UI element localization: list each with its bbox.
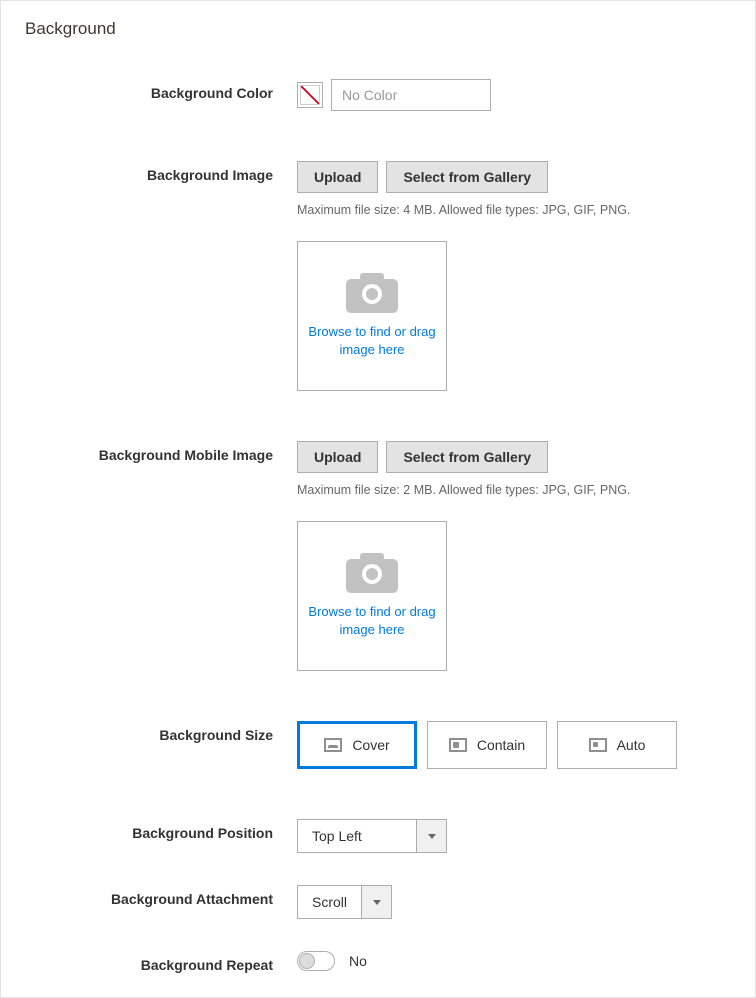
- auto-icon: [589, 738, 607, 752]
- background-image-hint: Maximum file size: 4 MB. Allowed file ty…: [297, 203, 731, 217]
- contain-icon: [449, 738, 467, 752]
- mobile-upload-button[interactable]: Upload: [297, 441, 378, 473]
- background-settings-panel: Background Background Color Background I…: [0, 0, 756, 998]
- select-value: Scroll: [298, 886, 361, 918]
- camera-icon: [346, 553, 398, 593]
- background-mobile-image-dropzone[interactable]: Browse to find or drag image here: [297, 521, 447, 671]
- background-image-label: Background Image: [25, 161, 297, 183]
- background-attachment-select[interactable]: Scroll: [297, 885, 392, 919]
- select-value: Top Left: [298, 820, 416, 852]
- toggle-knob: [299, 953, 315, 969]
- background-size-row: Background Size Cover Contain Auto: [25, 721, 731, 769]
- background-position-row: Background Position Top Left: [25, 819, 731, 853]
- background-image-dropzone[interactable]: Browse to find or drag image here: [297, 241, 447, 391]
- background-color-input[interactable]: [331, 79, 491, 111]
- no-color-icon: [300, 85, 320, 105]
- size-option-auto[interactable]: Auto: [557, 721, 677, 769]
- background-color-row: Background Color: [25, 79, 731, 111]
- cover-icon: [324, 738, 342, 752]
- background-repeat-row: Background Repeat No: [25, 951, 731, 973]
- section-title: Background: [25, 19, 731, 39]
- background-position-label: Background Position: [25, 819, 297, 841]
- background-size-label: Background Size: [25, 721, 297, 743]
- background-mobile-image-label: Background Mobile Image: [25, 441, 297, 463]
- toggle-value-label: No: [349, 953, 367, 969]
- color-swatch[interactable]: [297, 82, 323, 108]
- background-color-label: Background Color: [25, 79, 297, 101]
- chevron-down-icon: [416, 820, 446, 852]
- size-option-label: Cover: [352, 737, 389, 753]
- dropzone-text: Browse to find or drag image here: [308, 603, 436, 639]
- background-mobile-image-row: Background Mobile Image Upload Select fr…: [25, 441, 731, 671]
- background-image-row: Background Image Upload Select from Gall…: [25, 161, 731, 391]
- size-option-label: Contain: [477, 737, 525, 753]
- background-repeat-toggle[interactable]: [297, 951, 335, 971]
- size-option-cover[interactable]: Cover: [297, 721, 417, 769]
- upload-button[interactable]: Upload: [297, 161, 378, 193]
- chevron-down-icon: [361, 886, 391, 918]
- background-repeat-label: Background Repeat: [25, 951, 297, 973]
- size-option-contain[interactable]: Contain: [427, 721, 547, 769]
- dropzone-text: Browse to find or drag image here: [308, 323, 436, 359]
- background-attachment-label: Background Attachment: [25, 885, 297, 907]
- select-from-gallery-button[interactable]: Select from Gallery: [386, 161, 548, 193]
- size-option-label: Auto: [617, 737, 646, 753]
- camera-icon: [346, 273, 398, 313]
- background-position-select[interactable]: Top Left: [297, 819, 447, 853]
- mobile-select-from-gallery-button[interactable]: Select from Gallery: [386, 441, 548, 473]
- background-mobile-image-hint: Maximum file size: 2 MB. Allowed file ty…: [297, 483, 731, 497]
- background-attachment-row: Background Attachment Scroll: [25, 885, 731, 919]
